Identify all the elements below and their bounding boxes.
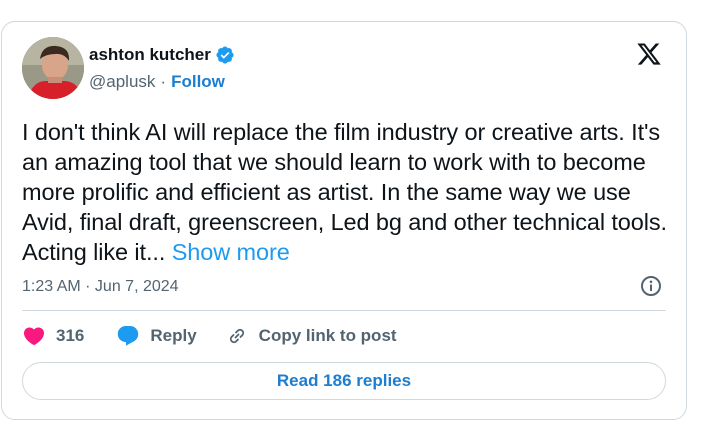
avatar-image bbox=[22, 37, 84, 99]
like-button[interactable]: 316 bbox=[22, 324, 84, 348]
avatar[interactable] bbox=[22, 37, 84, 99]
x-logo-icon[interactable] bbox=[636, 41, 662, 67]
follow-button[interactable]: Follow bbox=[171, 72, 225, 92]
copy-link-label: Copy link to post bbox=[258, 326, 397, 345]
reply-button[interactable]: Reply bbox=[116, 324, 197, 348]
read-replies-button[interactable]: Read 186 replies bbox=[22, 362, 666, 400]
reply-label: Reply bbox=[150, 326, 197, 345]
info-icon[interactable] bbox=[639, 274, 663, 298]
reply-bubble-icon bbox=[118, 326, 139, 346]
tweet-timestamp[interactable]: 1:23 AM · Jun 7, 2024 bbox=[22, 278, 179, 296]
divider bbox=[22, 310, 666, 311]
tweet-text: I don't think AI will replace the film i… bbox=[22, 117, 674, 267]
copy-link-button[interactable]: Copy link to post bbox=[225, 324, 397, 348]
tweet-body: I don't think AI will replace the film i… bbox=[22, 119, 667, 265]
heart-icon bbox=[23, 327, 45, 346]
action-bar: 316 Reply Copy link to post bbox=[22, 324, 397, 348]
show-more-link[interactable]: Show more bbox=[172, 239, 290, 265]
read-replies-label: Read 186 replies bbox=[276, 371, 412, 390]
separator-dot: · bbox=[160, 72, 167, 91]
author-handle[interactable]: @aplusk bbox=[89, 72, 155, 92]
like-count: 316 bbox=[56, 326, 85, 345]
author-name[interactable]: ashton kutcher bbox=[89, 45, 211, 65]
verified-badge-icon bbox=[215, 45, 235, 65]
handle-row: @aplusk · Follow bbox=[89, 72, 225, 92]
link-icon bbox=[229, 328, 244, 344]
tweet-card: ashton kutcher @aplusk · Follow I don't … bbox=[1, 21, 687, 420]
author-name-row: ashton kutcher bbox=[89, 45, 235, 65]
